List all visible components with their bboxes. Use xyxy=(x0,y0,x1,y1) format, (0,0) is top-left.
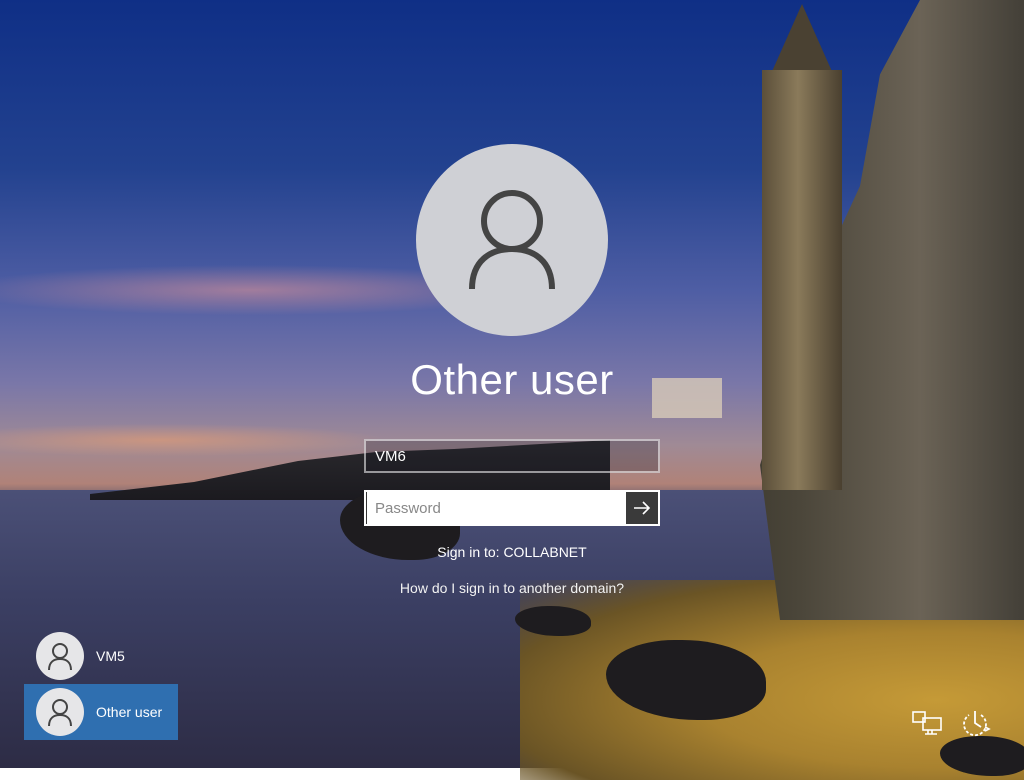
power-button[interactable] xyxy=(958,706,992,740)
user-item-other-user[interactable]: Other user xyxy=(24,684,178,740)
arrow-right-icon xyxy=(634,501,651,515)
password-input[interactable] xyxy=(366,492,626,524)
username-field[interactable]: VM6 xyxy=(364,439,660,473)
other-domain-link[interactable]: How do I sign in to another domain? xyxy=(312,580,712,596)
network-button[interactable] xyxy=(910,706,944,740)
network-icon xyxy=(912,711,942,735)
page-title: Other user xyxy=(410,356,614,403)
user-icon xyxy=(48,699,72,727)
user-item-vm5[interactable]: VM5 xyxy=(24,628,178,684)
user-name: VM5 xyxy=(96,648,125,664)
submit-button[interactable] xyxy=(626,492,658,524)
user-icon xyxy=(48,643,72,671)
user-icon xyxy=(469,190,555,290)
user-avatar xyxy=(36,688,84,736)
sign-in-domain-text: Sign in to: COLLABNET xyxy=(437,544,587,560)
tower xyxy=(762,70,842,490)
username-value: VM6 xyxy=(375,447,406,465)
user-avatar xyxy=(36,632,84,680)
password-box xyxy=(364,490,660,526)
user-name: Other user xyxy=(96,704,163,720)
user-avatar-large xyxy=(416,144,608,336)
power-icon xyxy=(963,711,991,737)
